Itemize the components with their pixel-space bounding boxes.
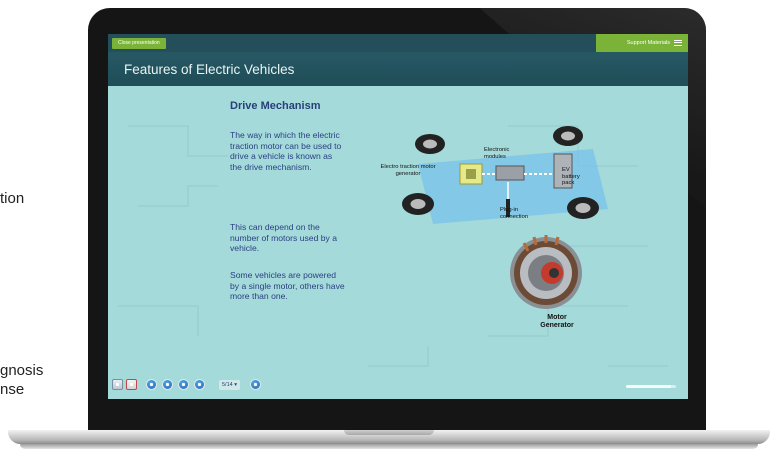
laptop-foot [20, 444, 758, 449]
next-page-icon[interactable] [250, 379, 261, 390]
back-icon[interactable] [194, 379, 205, 390]
home-icon[interactable] [126, 379, 137, 390]
label-traction-motor: Electro traction motor generator [380, 164, 436, 177]
wheel-icon [553, 126, 583, 146]
close-presentation-button[interactable]: Close presentation [112, 38, 166, 49]
wheel-icon [402, 193, 434, 215]
presentation-screen: Close presentation Support Materials Fea… [108, 34, 688, 399]
presentation-header: Close presentation Support Materials Fea… [108, 34, 688, 86]
wheel-icon [567, 197, 599, 219]
slide-progress-bar [626, 385, 676, 388]
support-materials-label: Support Materials [626, 40, 670, 46]
print-icon[interactable] [112, 379, 123, 390]
laptop-notch [344, 430, 434, 435]
presentation-toolbar: 5/14 ▾ [108, 375, 688, 399]
motor-caption-line: Motor [547, 314, 567, 321]
wheel-icon [415, 134, 445, 154]
support-materials-button[interactable]: Support Materials [596, 34, 688, 52]
menu-icon [674, 40, 682, 46]
slide-paragraph: The way in which the electric traction m… [230, 130, 342, 172]
motor-generator-caption: Motor Generator [522, 314, 592, 330]
previous-page-icon[interactable] [178, 379, 189, 390]
motor-caption-line: Generator [540, 322, 574, 329]
slide-paragraph: Some vehicles are powered by a single mo… [230, 270, 345, 301]
presentation-title: Features of Electric Vehicles [124, 62, 295, 77]
background-text-fragment: nse [0, 381, 25, 398]
slide-heading: Drive Mechanism [230, 100, 321, 112]
first-page-icon[interactable] [146, 379, 157, 390]
motor-generator-illustration [510, 235, 582, 309]
progress-fill [626, 385, 671, 388]
background-text-fragment: tion [0, 190, 25, 207]
label-battery-pack: EV battery pack [562, 167, 580, 187]
previous-section-icon[interactable] [162, 379, 173, 390]
label-plugin-connection: Plug-in connection [500, 207, 529, 220]
page-selector[interactable]: 5/14 ▾ [219, 380, 240, 390]
label-electronic-modules: Electronic modules [484, 147, 510, 160]
background-text-fragment: gnosis [0, 362, 44, 379]
slide-paragraph: This can depend on the number of motors … [230, 222, 337, 253]
